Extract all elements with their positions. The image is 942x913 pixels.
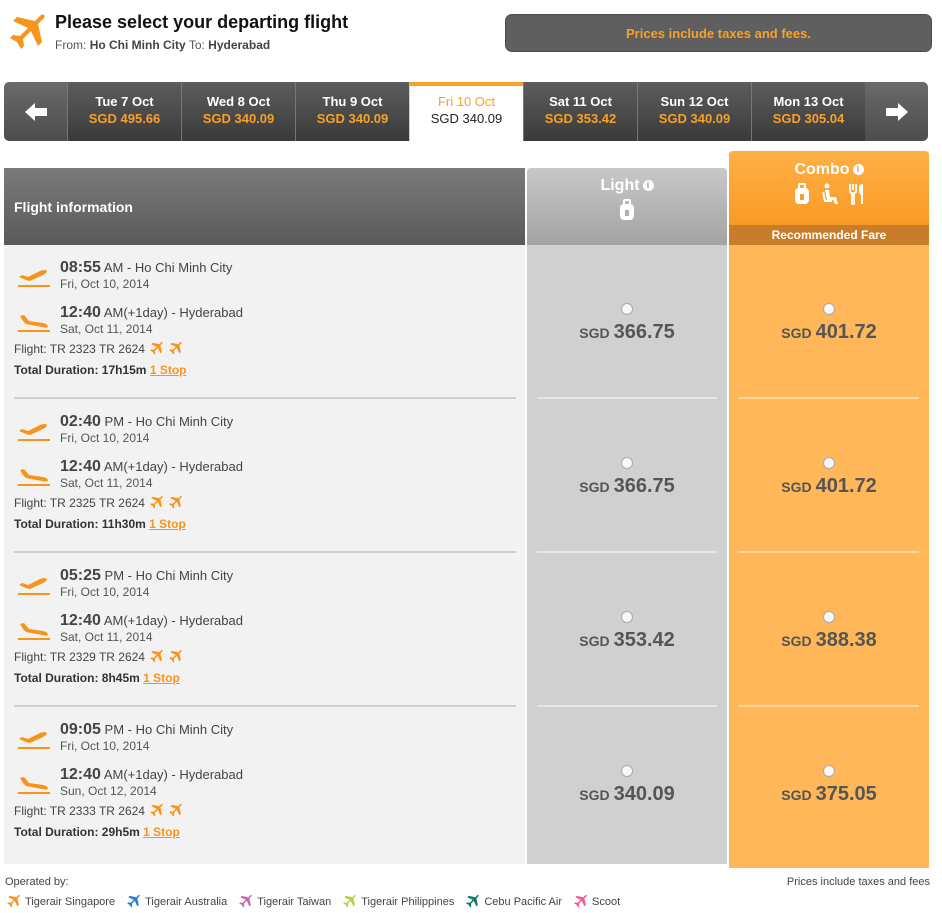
- airplane-icon: [343, 894, 356, 908]
- meal-icon: [849, 184, 863, 205]
- date-tab-sun-12-oct[interactable]: Sun 12 Oct SGD 340.09: [637, 82, 751, 141]
- date-tab-wed-8-oct[interactable]: Wed 8 Oct SGD 340.09: [181, 82, 295, 141]
- takeoff-icon: [18, 732, 50, 749]
- flight-row: 02:40 PM - Ho Chi Minh City Fri, Oct 10,…: [14, 399, 516, 553]
- airplane-icon: [466, 894, 480, 908]
- airline-legend-item: Scoot: [572, 894, 620, 910]
- airline-plane-icon: [150, 495, 163, 509]
- tax-banner: Prices include taxes and fees.: [505, 14, 932, 52]
- combo-fare-option[interactable]: SGD 388.38: [739, 553, 919, 707]
- operated-by-label: Operated by:: [5, 876, 69, 888]
- date-tab-tue-7-oct[interactable]: Tue 7 Oct SGD 495.66: [67, 82, 181, 141]
- airline-plane-icon: [169, 341, 182, 355]
- baggage-icon: [620, 199, 634, 220]
- airplane-icon: [239, 894, 253, 908]
- takeoff-icon: [18, 424, 50, 441]
- flight-numbers: Flight: TR 2333 TR 2624: [14, 803, 183, 819]
- total-duration: Total Duration: 29h5m 1 Stop: [14, 825, 180, 839]
- total-duration: Total Duration: 11h30m 1 Stop: [14, 517, 186, 531]
- origin-city: Ho Chi Minh City: [89, 38, 186, 52]
- fare-radio[interactable]: [823, 611, 835, 623]
- light-fare-option[interactable]: SGD 366.75: [537, 399, 717, 553]
- previous-dates-button[interactable]: [4, 82, 67, 141]
- airline-plane-icon: [150, 341, 163, 355]
- stops-link[interactable]: 1 Stop: [143, 825, 180, 839]
- route-summary: From: Ho Chi Minh City To: Hyderabad: [55, 38, 271, 52]
- light-fare-option[interactable]: SGD 353.42: [537, 553, 717, 707]
- airline-legend-item: Tigerair Singapore: [5, 894, 115, 910]
- light-fare-option[interactable]: SGD 340.09: [537, 707, 717, 861]
- fare-radio[interactable]: [823, 765, 835, 777]
- next-dates-button[interactable]: [865, 82, 928, 141]
- fare-radio[interactable]: [621, 303, 633, 315]
- flight-numbers: Flight: TR 2323 TR 2624: [14, 341, 183, 357]
- page-header: Please select your departing flight From…: [0, 0, 942, 70]
- flight-row: 09:05 PM - Ho Chi Minh City Fri, Oct 10,…: [14, 721, 243, 839]
- fare-radio[interactable]: [823, 457, 835, 469]
- landing-icon: [18, 777, 50, 794]
- landing-icon: [18, 315, 50, 332]
- date-tab-mon-13-oct[interactable]: Mon 13 Oct SGD 305.04: [751, 82, 865, 141]
- stops-link[interactable]: 1 Stop: [149, 517, 186, 531]
- flight-numbers: Flight: TR 2325 TR 2624: [14, 495, 183, 511]
- light-fare-option[interactable]: SGD 366.75: [537, 245, 717, 399]
- flight-row: 08:55 AM - Ho Chi Minh City Fri, Oct 10,…: [14, 245, 516, 399]
- airline-legend-item: Tigerair Australia: [125, 894, 227, 910]
- airplane-icon: [574, 894, 587, 908]
- info-icon[interactable]: i: [852, 164, 864, 175]
- stops-link[interactable]: 1 Stop: [150, 363, 187, 377]
- flight-row: 05:25 PM - Ho Chi Minh City Fri, Oct 10,…: [14, 553, 516, 707]
- airline-plane-icon: [169, 649, 182, 663]
- airline-legend-item: Tigerair Taiwan: [237, 894, 331, 910]
- light-fare-header: Light i: [527, 168, 727, 245]
- tax-note: Prices include taxes and fees: [786, 876, 930, 888]
- combo-fare-header: Combo i Recommended Fare: [729, 151, 929, 245]
- baggage-icon: [795, 183, 809, 204]
- airline-legend: Tigerair Singapore Tigerair Australia Ti…: [5, 894, 620, 910]
- flight-numbers: Flight: TR 2329 TR 2624: [14, 649, 183, 665]
- airline-plane-icon: [150, 649, 163, 663]
- stops-link[interactable]: 1 Stop: [143, 671, 180, 685]
- combo-fare-option[interactable]: SGD 401.72: [739, 245, 919, 399]
- date-selector: Tue 7 Oct SGD 495.66 Wed 8 Oct SGD 340.0…: [4, 82, 928, 141]
- date-tab-sat-11-oct[interactable]: Sat 11 Oct SGD 353.42: [523, 82, 637, 141]
- combo-fare-option[interactable]: SGD 375.05: [739, 707, 919, 861]
- flight-info-header: Flight information: [4, 168, 525, 245]
- airline-plane-icon: [169, 803, 182, 817]
- landing-icon: [18, 623, 50, 640]
- airline-legend-item: Tigerair Philippines: [341, 894, 454, 910]
- airplane-icon: [7, 894, 20, 908]
- airplane-icon: [127, 894, 140, 908]
- airplane-icon: [10, 14, 45, 49]
- fare-radio[interactable]: [621, 765, 633, 777]
- fare-radio[interactable]: [621, 611, 633, 623]
- takeoff-icon: [18, 578, 50, 595]
- airline-plane-icon: [169, 495, 182, 509]
- fare-radio[interactable]: [823, 303, 835, 315]
- page-title: Please select your departing flight: [55, 12, 349, 32]
- fare-radio[interactable]: [621, 457, 633, 469]
- airline-legend-item: Cebu Pacific Air: [464, 894, 562, 910]
- seat-icon: [822, 183, 838, 204]
- date-tab-fri-10-oct[interactable]: Fri 10 Oct SGD 340.09: [409, 82, 523, 141]
- arrow-right-icon: [885, 102, 908, 121]
- airline-plane-icon: [150, 803, 163, 817]
- takeoff-icon: [18, 270, 50, 287]
- combo-fare-option[interactable]: SGD 401.72: [739, 399, 919, 553]
- arrow-left-icon: [24, 102, 47, 121]
- destination-city: Hyderabad: [208, 38, 271, 52]
- recommended-fare-badge: Recommended Fare: [729, 225, 929, 245]
- landing-icon: [18, 469, 50, 486]
- total-duration: Total Duration: 17h15m 1 Stop: [14, 363, 187, 377]
- date-tab-thu-9-oct[interactable]: Thu 9 Oct SGD 340.09: [295, 82, 409, 141]
- info-icon[interactable]: i: [642, 180, 654, 191]
- total-duration: Total Duration: 8h45m 1 Stop: [14, 671, 180, 685]
